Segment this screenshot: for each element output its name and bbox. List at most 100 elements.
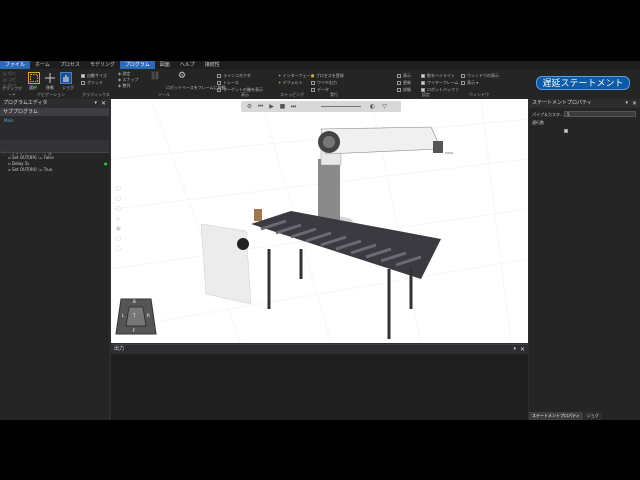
ribbon-group-graphics: 自動サイズ グリッド グラフィックス [80, 70, 112, 98]
step-icon[interactable]: ⏭ [290, 103, 297, 110]
side-tool-icons[interactable]: ▢ ▢ ▢ ◇ ▣ ▢ ▢ [116, 184, 122, 254]
menu-process[interactable]: プロセス [55, 61, 85, 69]
ribbon-group-navigation: 選択 移動 ジョグ ナビゲーション [26, 70, 76, 98]
ribbon-label-settings: 設定 [422, 92, 430, 97]
link-icon[interactable]: ⛓ [150, 71, 162, 83]
close-icon[interactable]: ✕ [632, 99, 637, 108]
filter-icon[interactable]: ▽ [381, 103, 388, 110]
application-window: ファイル ホーム プロセス モデリング プログラム 図面 ヘルプ 接続性 ▤ 切り ▤ コピ … [0, 61, 640, 420]
statement-item[interactable]: ▫ Set OUT[90] := True [0, 167, 109, 173]
menu-program[interactable]: プログラム [119, 61, 155, 69]
settings-icon[interactable]: ⚙ [246, 103, 253, 110]
menu-modeling[interactable]: モデリング [85, 61, 120, 69]
settings-show-toggle[interactable]: 表示 [397, 73, 411, 79]
active-dot-icon: ● [104, 161, 108, 166]
3d-viewport[interactable]: B L T R F TOOL ⚙ ⏮ ▶ ■ ⏭ ◐ ▽ ▢ ▢ ▢ ◇ ▣ ▢ ▢ [111, 99, 528, 343]
output-title: 出力 ▾ ✕ [111, 345, 528, 354]
ribbon-group-settings: 表示 更新 詳細 影をハイライト ワイヤーフレーム ロボットバッファ 設定 [395, 70, 459, 98]
right-panel-tabs: ステートメントプロパティ ジョグ [529, 412, 603, 420]
menu-home[interactable]: ホーム [30, 61, 55, 69]
ribbon-group-run: ● プロセスを登録 ワイヤ出力 データ 実行 [310, 70, 358, 98]
program-editor-panel: プログラムエディタ ▾ ✕ サブプログラム Main ╱ ╲ ▸ ▸ ▸ ◇ ◇… [0, 99, 109, 420]
output-panel: 出力 ▾ ✕ [111, 344, 528, 420]
snap-grid-toggle[interactable]: グリッド [81, 80, 103, 86]
tab-jog[interactable]: ジョグ [583, 412, 602, 420]
side-tool-strip: ▢ ▢ ▢ ◇ ▣ ▢ ▢ [116, 184, 122, 264]
tool-label: TOOL [445, 151, 454, 155]
statement-properties-title: ステートメントプロパティ ▾ ✕ [529, 99, 640, 108]
jog-label: ジョグ [62, 85, 74, 90]
window-show-toggle[interactable]: ウィンドウの表示 [461, 73, 499, 79]
program-editor-title: プログラムエディタ ▾ ✕ [0, 99, 109, 108]
settings-update-toggle[interactable]: 更新 [397, 80, 411, 86]
pin-icon[interactable]: ▾ [513, 345, 516, 354]
ribbon-label-display: 表示 [241, 92, 249, 97]
pin-icon[interactable]: ▾ [94, 99, 97, 108]
ribbon-group-stepping: ✦ インターフェース ✦ デフォルト ステッピング [277, 70, 314, 98]
property-value-input[interactable]: 5 [564, 111, 636, 117]
ribbon-label-tools: ツール [158, 92, 170, 97]
trace-toggle[interactable]: トレース [217, 80, 239, 86]
menu-drawing[interactable]: 図面 [155, 61, 175, 69]
select-icon [30, 74, 38, 82]
ribbon-group-display: ラインコネクタ トレース ターゲットの軸を表示 表示 [215, 70, 275, 98]
statement-toolbar: ╱ ╲ ▸ ▸ ▸ ◇ ◇ ▭ ▭ ◆ [0, 140, 109, 157]
nav-cube-back[interactable]: B [133, 299, 136, 304]
select-label: 選択 [29, 85, 37, 90]
ribbon-group-window: ウィンドウの表示 表示 ▾ ウィンドウ [460, 70, 499, 98]
pin-icon[interactable]: ▾ [625, 99, 628, 108]
move-icon [45, 73, 55, 83]
ribbon-group-tools: ◈ 測定 ◈ スナップ ◈ 整列 ⛓ ⚙ ロボットベースをフレームに移動 ツール [116, 70, 226, 98]
play-icon[interactable]: ▶ [268, 103, 275, 110]
window-display-dropdown[interactable]: 表示 ▾ [461, 80, 478, 86]
ribbon-group-clipboard: ▤ 切り ▤ コピ ▤ 貼付 クリップボード [2, 71, 22, 97]
property-label: パイプ＆カスタ... [532, 112, 564, 117]
interface-button[interactable]: ✦ インターフェース [278, 73, 314, 79]
delay-statement-button[interactable]: 遅延ステートメント [536, 76, 630, 90]
ribbon-label-run: 実行 [330, 92, 338, 97]
jog-button[interactable] [60, 72, 72, 84]
tab-statement-properties[interactable]: ステートメントプロパティ [529, 412, 583, 420]
close-icon[interactable]: ✕ [520, 345, 525, 354]
highlight-shadow-toggle[interactable]: 影をハイライト [421, 73, 455, 79]
speed-icon[interactable]: ◐ [369, 103, 376, 110]
property-checkbox[interactable] [564, 120, 570, 139]
ribbon-label-stepping: ステッピング [280, 92, 304, 97]
nav-cube-right[interactable]: R [147, 313, 150, 318]
pivot-button[interactable]: ◈ 整列 [118, 83, 130, 89]
ribbon-label-graphics: グラフィックス [82, 92, 110, 97]
close-icon[interactable]: ✕ [101, 99, 106, 108]
property-label: 遅行数 [532, 120, 544, 125]
register-process-button[interactable]: ● プロセスを登録 [311, 73, 344, 79]
nav-cube-left[interactable]: L [122, 313, 124, 318]
move-button[interactable] [44, 72, 56, 84]
menu-file[interactable]: ファイル [0, 61, 31, 69]
ribbon-label-navigation: ナビゲーション [37, 92, 65, 97]
auto-size-toggle[interactable]: 自動サイズ [81, 73, 107, 79]
move-label: 移動 [46, 85, 54, 90]
rewind-icon[interactable]: ⏮ [257, 103, 264, 110]
wireframe-toggle[interactable]: ワイヤーフレーム [421, 80, 459, 86]
statement-properties-panel: ステートメントプロパティ ▾ ✕ パイプ＆カスタ... 5 遅行数 ステートメン… [529, 99, 640, 420]
program-tree: Main [0, 116, 109, 140]
scene-graphic [111, 99, 528, 343]
viewport-toolbar: ⚙ ⏮ ▶ ■ ⏭ ◐ ▽ [241, 101, 401, 112]
wire-output-toggle[interactable]: ワイヤ出力 [311, 80, 337, 86]
hand-icon [63, 75, 69, 82]
menu-connectivity[interactable]: 接続性 [200, 61, 225, 69]
line-connector-toggle[interactable]: ラインコネクタ [217, 73, 251, 79]
ribbon-label-clipboard: クリップボード [2, 86, 22, 97]
select-button[interactable] [28, 72, 40, 84]
menu-bar: ファイル ホーム プロセス モデリング プログラム 図面 ヘルプ 接続性 [0, 61, 640, 69]
default-button[interactable]: ✦ デフォルト [278, 80, 303, 86]
timeline-slider[interactable] [321, 106, 361, 107]
menu-help[interactable]: ヘルプ [175, 61, 200, 69]
subprogram-header[interactable]: サブプログラム [0, 108, 109, 116]
ribbon-label-window: ウィンドウ [469, 92, 489, 97]
main-program-item[interactable]: Main [4, 118, 105, 123]
nav-cube-top[interactable]: T [133, 313, 135, 318]
nav-cube-front[interactable]: F [133, 328, 135, 333]
statement-list: ▫ Set OUT[89] := False ▫ Delay 5s ● ▫ Set… [0, 153, 109, 173]
robot-icon[interactable]: ⚙ [178, 71, 190, 83]
stop-icon[interactable]: ■ [279, 103, 286, 110]
